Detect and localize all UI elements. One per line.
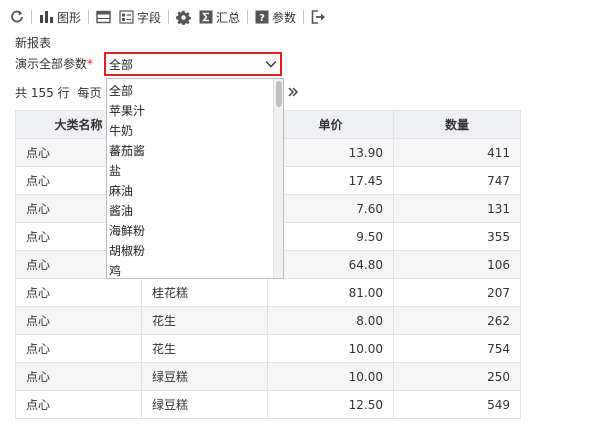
cell-quantity: 262 (393, 306, 521, 335)
cell-category: 点心 (15, 278, 142, 307)
cell-price: 9.50 (267, 222, 394, 251)
toolbar: 图形 字段 汇总 ? 参数 (6, 6, 330, 28)
cell-price: 10.00 (267, 334, 394, 363)
column-header-quantity[interactable]: 数量 (393, 110, 521, 139)
sum-icon (199, 10, 213, 24)
table-row: 点心 绿豆糕 10.00 250 (15, 362, 521, 391)
cell-quantity: 250 (393, 362, 521, 391)
pager: 共 155 行 每页 (15, 84, 102, 101)
dropdown-option[interactable]: 盐 (107, 161, 273, 181)
export-button[interactable] (307, 6, 330, 28)
dropdown-option[interactable]: 牛奶 (107, 121, 273, 141)
report-title: 新报表 (15, 36, 52, 50)
column-header-price[interactable]: 单价 (267, 110, 394, 139)
dropdown-option[interactable]: 鸡 (107, 261, 273, 278)
toolbar-divider (168, 10, 170, 24)
dropdown-option[interactable]: 蕃茄酱 (107, 141, 273, 161)
dropdown-option[interactable]: 麻油 (107, 181, 273, 201)
cell-price: 17.45 (267, 166, 394, 195)
cell-category: 点心 (15, 306, 142, 335)
cell-product: 绿豆糕 (141, 390, 268, 419)
help-icon: ? (255, 10, 269, 24)
parameter-dropdown[interactable]: 全部 苹果汁 牛奶 蕃茄酱盐麻油 酱油 海鲜粉 胡椒粉鸡 (106, 78, 284, 279)
parameter-select[interactable]: 全部 (104, 52, 282, 76)
gear-icon (176, 10, 191, 25)
refresh-icon (11, 10, 23, 23)
cell-price: 7.60 (267, 194, 394, 223)
dropdown-list: 全部 苹果汁 牛奶 蕃茄酱盐麻油 酱油 海鲜粉 胡椒粉鸡 (107, 81, 273, 278)
parameter-label: 演示全部参数* (15, 55, 93, 72)
summary-button-label: 汇总 (216, 10, 241, 25)
chart-button-label: 图形 (57, 10, 82, 25)
total-rows-text: 共 155 行 (15, 86, 70, 100)
cell-category: 点心 (15, 334, 142, 363)
cell-price: 10.00 (267, 362, 394, 391)
table-row: 点心 绿豆糕 12.50 549 (15, 390, 521, 419)
cell-product: 桂花糕 (141, 278, 268, 307)
per-page-label: 每页 (77, 86, 102, 100)
scrollbar-thumb[interactable] (276, 81, 282, 107)
table-button[interactable] (92, 6, 115, 28)
required-mark: * (87, 57, 94, 71)
parameter-button[interactable]: ? 参数 (251, 6, 300, 28)
toolbar-divider (303, 10, 305, 24)
settings-button[interactable] (172, 6, 195, 28)
cell-category: 点心 (15, 390, 142, 419)
table-row: 点心 花生 10.00 754 (15, 334, 521, 363)
dropdown-option[interactable]: 胡椒粉 (107, 241, 273, 261)
cell-quantity: 754 (393, 334, 521, 363)
cell-price: 8.00 (267, 306, 394, 335)
cell-quantity: 411 (393, 138, 521, 167)
cell-product: 花生 (141, 334, 268, 363)
table-row: 点心 桂花糕 81.00 207 (15, 278, 521, 307)
cell-quantity: 131 (393, 194, 521, 223)
summary-button[interactable]: 汇总 (195, 6, 244, 28)
table-icon (96, 10, 111, 24)
chart-icon (40, 11, 53, 23)
cell-price: 12.50 (267, 390, 394, 419)
field-button[interactable]: 字段 (115, 6, 165, 28)
chart-button[interactable]: 图形 (35, 6, 85, 28)
table-row: 点心 花生 8.00 262 (15, 306, 521, 335)
cell-quantity: 106 (393, 250, 521, 279)
parameter-label-text: 演示全部参数 (15, 57, 88, 71)
svg-text:?: ? (259, 13, 265, 24)
toolbar-divider (247, 10, 249, 24)
dropdown-option[interactable]: 海鲜粉 (107, 221, 273, 241)
cell-price: 13.90 (267, 138, 394, 167)
cell-price: 64.80 (267, 250, 394, 279)
dropdown-option[interactable]: 苹果汁 (107, 101, 273, 121)
next-page-icon[interactable] (287, 86, 299, 98)
parameter-select-value: 全部 (109, 57, 134, 72)
dropdown-option[interactable]: 全部 (107, 81, 273, 101)
toolbar-divider (88, 10, 90, 24)
cell-category: 点心 (15, 362, 142, 391)
dropdown-scrollbar[interactable] (273, 79, 283, 278)
field-icon (119, 10, 134, 24)
cell-quantity: 207 (393, 278, 521, 307)
dropdown-option[interactable]: 酱油 (107, 201, 273, 221)
cell-product: 绿豆糕 (141, 362, 268, 391)
cell-product: 花生 (141, 306, 268, 335)
cell-quantity: 747 (393, 166, 521, 195)
field-button-label: 字段 (137, 10, 162, 25)
refresh-button[interactable] (6, 6, 28, 28)
chevron-down-icon (262, 60, 280, 68)
cell-quantity: 549 (393, 390, 521, 419)
export-icon (311, 10, 326, 24)
toolbar-divider (31, 10, 32, 24)
parameter-button-label: 参数 (272, 10, 297, 25)
cell-quantity: 355 (393, 222, 521, 251)
cell-price: 81.00 (267, 278, 394, 307)
